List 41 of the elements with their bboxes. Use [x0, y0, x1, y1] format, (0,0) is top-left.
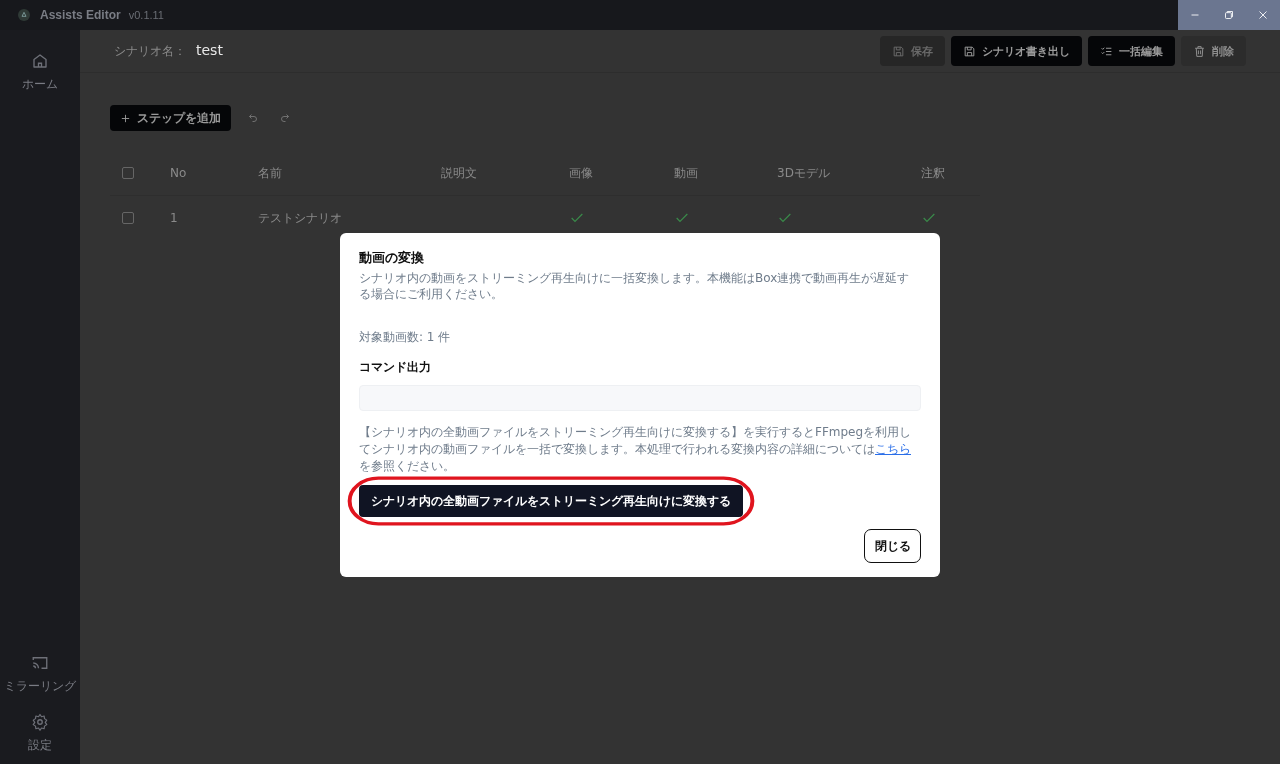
convert-videos-button[interactable]: シナリオ内の全動画ファイルをストリーミング再生向けに変換する [359, 485, 743, 517]
scenario-name-label: シナリオ名： [114, 43, 186, 60]
dialog-title: 動画の変換 [359, 249, 425, 267]
column-header: 3Dモデル [777, 164, 831, 182]
redo-icon [279, 112, 291, 124]
row-checkbox[interactable] [122, 212, 134, 224]
sidebar-item[interactable]: ホーム [0, 50, 80, 95]
plus-icon [120, 112, 131, 124]
app-title: Assists Editor [40, 8, 121, 22]
column-header: 注釈 [921, 164, 946, 182]
column-header: No [170, 166, 188, 180]
sidebar-item[interactable]: ミラーリング [0, 652, 80, 697]
dialog-note: 【シナリオ内の全動画ファイルをストリーミング再生向けに変換する】を実行するとFFmpegを利用してシナリオ内の動画ファイルを一括で変換します。本処理で行われる変換内容の詳細についてはこちら を参照ください。 [359, 424, 913, 475]
select-all-checkbox[interactable] [122, 167, 134, 179]
bulk-edit-button[interactable]: 一括編集 [1088, 36, 1175, 66]
close-dialog-button[interactable]: 閉じる [864, 529, 921, 563]
sidebar-item[interactable]: 設定 [0, 711, 80, 756]
export-button[interactable]: シナリオ書き出し [951, 36, 1082, 66]
column-header: 名前 [258, 164, 283, 182]
table-cell-text: テストシナリオ [258, 209, 343, 227]
restore-icon [1222, 8, 1236, 22]
trash-icon [1193, 44, 1206, 58]
column-header: 説明文 [441, 164, 478, 182]
delete-button[interactable]: 削除 [1181, 36, 1246, 66]
scenario-name: test [196, 42, 223, 58]
column-header: 動画 [674, 164, 699, 182]
video-count: 対象動画数: 1 件 [359, 329, 452, 346]
settings-icon [31, 713, 49, 731]
app-version: v0.1.11 [128, 9, 164, 21]
field-label: コマンド出力 [359, 359, 432, 376]
add-step-button[interactable]: ステップを追加 [110, 105, 231, 131]
floppy-disk-icon [963, 44, 976, 58]
dialog-description: シナリオ内の動画をストリーミング再生向けに一括変換します。本機能はBox連携で動画再生が遅延する場合にご利用ください。 [359, 270, 911, 302]
details-link[interactable]: こちら [875, 442, 911, 456]
cast-icon [31, 654, 49, 672]
home-icon [31, 52, 49, 70]
column-header: 画像 [569, 164, 594, 182]
floppy-disk-icon [892, 44, 905, 58]
table-cell-text: 1 [170, 211, 179, 225]
undo-icon [247, 112, 259, 124]
app-logo-icon [16, 7, 32, 23]
